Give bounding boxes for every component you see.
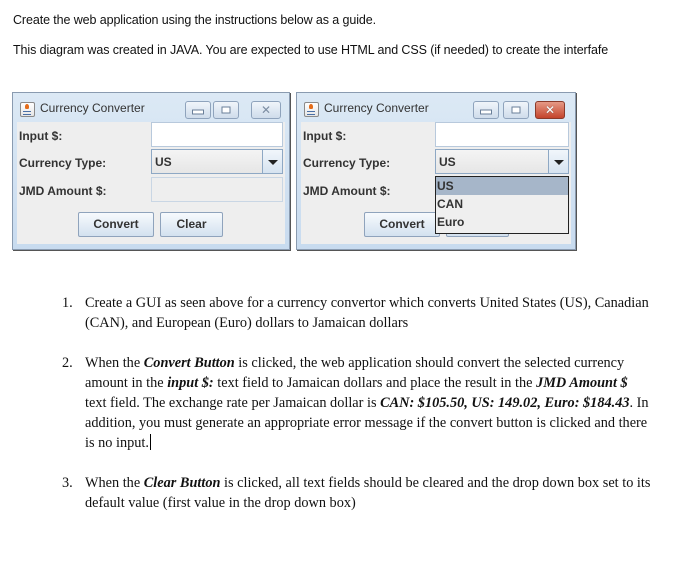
instruction-text: When the [85, 475, 144, 491]
instruction-emphasis: Clear Button [143, 475, 221, 491]
currency-type-label: Currency Type: [19, 156, 107, 170]
instruction-item: 2. When the Convert Button is clicked, th… [62, 353, 652, 453]
close-button[interactable]: ✕ [251, 101, 281, 119]
instruction-text: text field. The exchange rate per Jamaic… [85, 395, 381, 411]
converter-window-closed-dropdown: Currency Converter ✕ Input $: Currency T… [12, 92, 290, 250]
title-bar[interactable]: Currency Converter ✕ [13, 93, 289, 123]
chevron-down-icon[interactable] [262, 150, 282, 173]
intro-line-2: This diagram was created in JAVA. You ar… [13, 43, 609, 57]
maximize-button[interactable] [213, 101, 239, 119]
java-app-icon [304, 102, 319, 117]
chevron-down-icon[interactable] [548, 150, 568, 173]
window-title: Currency Converter [324, 101, 429, 115]
intro-line-1: Create the web application using the ins… [13, 13, 376, 27]
window-content: Input $: Currency Type: JMD Amount $: US… [17, 122, 285, 244]
maximize-button[interactable] [503, 101, 529, 119]
minimize-icon [480, 109, 492, 115]
input-amount-field[interactable] [435, 122, 569, 147]
instruction-emphasis: input $: [167, 375, 214, 391]
currency-type-select[interactable]: US [151, 149, 283, 174]
close-icon: ✕ [544, 103, 556, 117]
jmd-amount-label: JMD Amount $: [303, 184, 391, 198]
window-title: Currency Converter [40, 101, 145, 115]
currency-selected-value: US [439, 155, 456, 169]
currency-type-select[interactable]: US [435, 149, 569, 174]
dropdown-option-euro[interactable]: Euro [436, 213, 568, 231]
maximize-icon [221, 106, 231, 114]
instruction-emphasis: Convert Button [143, 355, 235, 371]
convert-button[interactable]: Convert [364, 212, 440, 237]
minimize-icon [192, 109, 204, 115]
text-cursor [149, 434, 151, 450]
converter-window-open-dropdown: Currency Converter ✕ Input $: Currency T… [296, 92, 576, 250]
dropdown-option-can[interactable]: CAN [436, 195, 568, 213]
instruction-number: 3. [62, 475, 73, 491]
jmd-amount-label: JMD Amount $: [19, 184, 107, 198]
instruction-item: 3. When the Clear Button is clicked, all … [62, 473, 652, 513]
input-label: Input $: [19, 129, 63, 143]
instructions-list: 1. Create a GUI as seen above for a curre… [62, 293, 652, 533]
instruction-text: Create a GUI as seen above for a currenc… [85, 295, 649, 331]
maximize-icon [511, 106, 521, 114]
dropdown-option-us[interactable]: US [436, 177, 568, 195]
instruction-text: text field to Jamaican dollars and place… [213, 375, 537, 391]
instruction-emphasis: JMD Amount $ [536, 375, 628, 391]
input-label: Input $: [303, 129, 347, 143]
currency-selected-value: US [155, 155, 172, 169]
currency-dropdown-list: US CAN Euro [435, 176, 569, 234]
title-bar[interactable]: Currency Converter ✕ [297, 93, 575, 123]
currency-type-label: Currency Type: [303, 156, 391, 170]
minimize-button[interactable] [473, 101, 499, 119]
convert-button[interactable]: Convert [78, 212, 154, 237]
instruction-number: 2. [62, 355, 73, 371]
close-icon: ✕ [260, 103, 272, 117]
window-content: Input $: Currency Type: JMD Amount $: US… [301, 122, 571, 244]
minimize-button[interactable] [185, 101, 211, 119]
clear-button[interactable]: Clear [160, 212, 223, 237]
close-button[interactable]: ✕ [535, 101, 565, 119]
instruction-item: 1. Create a GUI as seen above for a curre… [62, 293, 652, 333]
instruction-text: When the [85, 355, 144, 371]
jmd-amount-field [151, 177, 283, 202]
instruction-number: 1. [62, 295, 73, 311]
java-app-icon [20, 102, 35, 117]
input-amount-field[interactable] [151, 122, 283, 147]
instruction-emphasis: CAN: $105.50, US: 149.02, Euro: $184.43 [380, 395, 630, 411]
